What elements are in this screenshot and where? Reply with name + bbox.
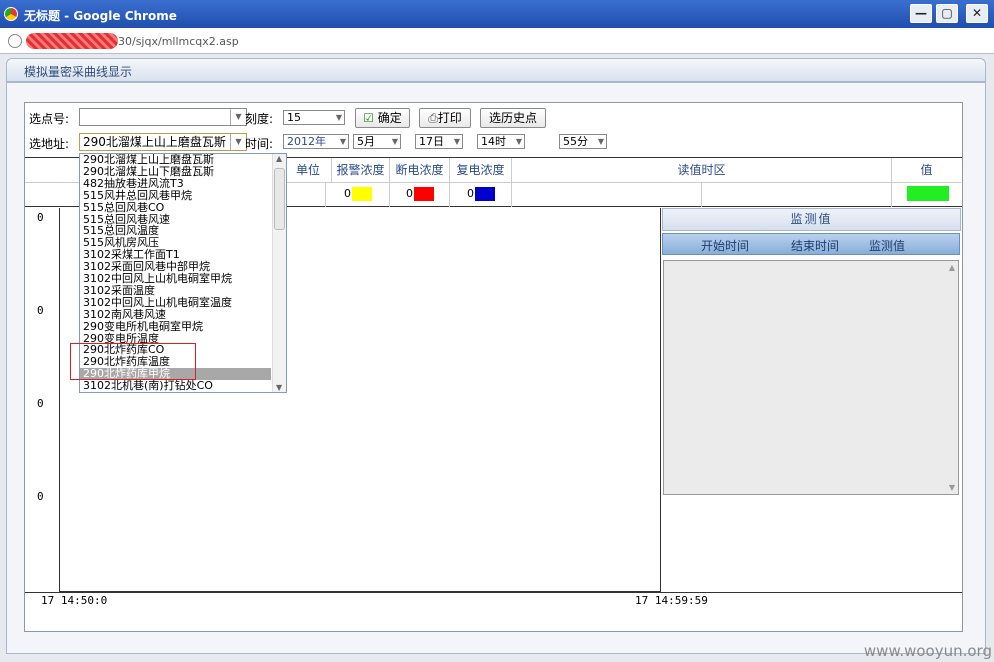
month-value: 5月 [357, 135, 375, 148]
scroll-down-icon[interactable]: ▼ [276, 383, 282, 392]
dropdown-item[interactable]: 515总回风巷CO [83, 201, 164, 214]
app-header: 模拟量密采曲线显示 [6, 58, 986, 82]
check-icon: ☑ [363, 111, 374, 125]
scroll-up-icon[interactable]: ▲ [949, 263, 955, 272]
confirm-label: 确定 [377, 111, 402, 125]
chrome-logo-icon [4, 7, 18, 21]
close-button[interactable]: ✕ [966, 4, 988, 23]
hour-value: 14时 [481, 135, 506, 148]
point-no-label: 选点号: [29, 112, 70, 126]
day-value: 17日 [419, 135, 444, 148]
restore-value: 0 [467, 187, 474, 200]
watermark: www.wooyun.org [863, 642, 992, 660]
x-tick-label: 17 14:59:59 [635, 594, 708, 607]
monitor-column-header: 开始时间 结束时间 监测值 [662, 233, 960, 255]
maximize-button[interactable]: ▢ [936, 4, 958, 23]
dropdown-item[interactable]: 290变电所机电硐室甲烷 [83, 320, 203, 333]
year-value: 2012年 [287, 135, 326, 148]
scrollbar-thumb[interactable] [274, 168, 285, 230]
url-text[interactable]: 30/sjqx/mllmcqx2.asp [118, 35, 239, 48]
x-tick-label: 17 14:50:0 [41, 594, 108, 607]
day-select[interactable]: 17日 ▼ [415, 134, 463, 149]
value-color-swatch [907, 186, 949, 201]
cutoff-value: 0 [406, 187, 413, 200]
hour-select[interactable]: 14时 ▼ [477, 134, 525, 149]
start-time-header: 开始时间 [701, 239, 750, 253]
restore-header: 复电浓度 [449, 158, 511, 182]
print-label: 打印 [437, 111, 462, 125]
time-label: 时间: [245, 137, 274, 151]
dropdown-item[interactable]: 3102中回风上山机电硐室温度 [83, 296, 232, 309]
history-point-button[interactable]: 选历史点 [480, 108, 546, 128]
time-zone-header: 读值时区 [511, 158, 891, 182]
minute-value: 55分 [563, 135, 588, 148]
app-header-title: 模拟量密采曲线显示 [24, 65, 133, 79]
confirm-button[interactable]: ☑ 确定 [355, 108, 410, 128]
value-header: 值 [891, 158, 961, 182]
scale-select[interactable]: 15 ▼ [283, 110, 345, 125]
minute-select[interactable]: 55分 ▼ [559, 134, 607, 149]
dropdown-item[interactable]: 3102南风巷风速 [83, 308, 166, 321]
red-annotation-box [70, 343, 196, 380]
y-tick-label: 0 [37, 490, 44, 503]
globe-icon [8, 34, 22, 48]
chevron-down-icon: ▼ [335, 113, 342, 122]
dropdown-item[interactable]: 3102北机巷(南)打钻处CO [83, 380, 213, 392]
unit-header: 单位 [295, 163, 320, 177]
scale-value: 15 [287, 111, 301, 124]
print-button[interactable]: ⎙打印 [419, 108, 471, 128]
chevron-down-icon: ▼ [391, 137, 398, 146]
year-select[interactable]: 2012年 ▼ [283, 134, 349, 149]
redacted-host [26, 33, 118, 49]
dropdown-item[interactable]: 482抽放巷进风流T3 [83, 177, 184, 190]
y-tick-label: 0 [37, 211, 44, 224]
browser-titlebar: 无标题 - Google Chrome — ▢ ✕ [0, 0, 994, 28]
history-point-label: 选历史点 [488, 111, 537, 125]
cutoff-color-swatch [414, 187, 434, 201]
address-label: 选地址: [29, 137, 70, 151]
address-select[interactable]: 290北溜煤上山上磨盘瓦斯 [79, 133, 247, 151]
chevron-down-icon: ▼ [339, 137, 346, 146]
restore-color-swatch [475, 187, 495, 201]
window-title: 无标题 - Google Chrome [24, 9, 177, 23]
monitor-value-header: 监测值 [869, 239, 906, 253]
dropdown-scrollbar[interactable]: ▲ ▼ [272, 154, 286, 392]
alarm-value: 0 [344, 187, 351, 200]
chart-bottom-rule [25, 592, 962, 593]
point-no-input[interactable] [79, 108, 247, 126]
alarm-header: 报警浓度 [331, 158, 389, 182]
printer-icon: ⎙ [428, 111, 438, 125]
y-tick-label: 0 [37, 304, 44, 317]
alarm-color-swatch [352, 187, 372, 201]
dropdown-item[interactable]: 515风井总回风巷甲烷 [83, 189, 192, 202]
cutoff-header: 断电浓度 [389, 158, 449, 182]
chevron-down-icon: ▼ [597, 137, 604, 146]
end-time-header: 结束时间 [791, 239, 840, 253]
point-no-dropdown-icon[interactable]: ▼ [230, 109, 246, 125]
scroll-down-icon[interactable]: ▼ [949, 483, 955, 492]
chevron-down-icon: ▼ [453, 137, 460, 146]
monitor-list[interactable]: ▲ ▼ [663, 260, 959, 495]
minimize-button[interactable]: — [910, 4, 932, 23]
chevron-down-icon: ▼ [515, 137, 522, 146]
monitor-title: 监测值 [662, 208, 961, 231]
month-select[interactable]: 5月 ▼ [353, 134, 401, 149]
y-tick-label: 0 [37, 397, 44, 410]
scroll-up-icon[interactable]: ▲ [276, 154, 282, 163]
address-dropdown-icon[interactable]: ▼ [230, 134, 246, 150]
address-bar[interactable]: 30/sjqx/mllmcqx2.asp [0, 28, 994, 54]
scale-label: 刻度: [245, 112, 274, 126]
address-value: 290北溜煤上山上磨盘瓦斯 [83, 135, 226, 149]
